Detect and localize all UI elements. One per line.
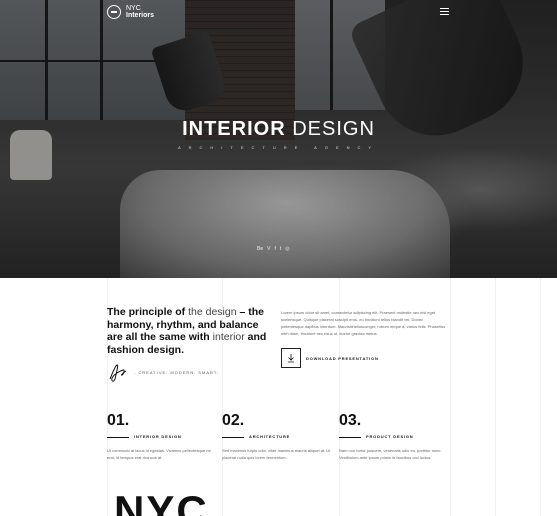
- feature-number: 01.: [107, 412, 130, 429]
- hamburger-menu-icon[interactable]: [440, 8, 449, 15]
- behance-icon[interactable]: Be: [257, 246, 263, 252]
- heading-light: the design: [185, 306, 237, 318]
- vimeo-icon[interactable]: V: [267, 246, 270, 252]
- feature-card: 02. ARCHITECTURE Sed maximus turpis odio…: [222, 412, 334, 461]
- social-links: Be V f t ◎: [257, 246, 290, 252]
- grid-line: [450, 278, 451, 516]
- twitter-icon[interactable]: t: [280, 246, 281, 252]
- feature-label: INTERIOR DESIGN: [134, 434, 182, 439]
- hero-title-bold: INTERIOR: [182, 118, 286, 140]
- logo-line2: Interiors: [126, 12, 155, 19]
- grid-line: [495, 278, 496, 516]
- site-logo[interactable]: NYC Interiors: [107, 5, 154, 19]
- grid-line: [540, 278, 541, 516]
- feature-rule: [107, 437, 129, 438]
- hero-section: NYC Interiors INTERIOR DESIGN ARCHITECTU…: [0, 0, 557, 278]
- hero-title: INTERIOR DESIGN: [0, 118, 557, 141]
- feature-rule: [222, 437, 244, 438]
- instagram-icon[interactable]: ◎: [285, 246, 289, 252]
- signature-icon: [109, 364, 127, 382]
- hero-title-light: DESIGN: [292, 118, 375, 140]
- principle-heading: The principle of the design – the harmon…: [107, 306, 277, 356]
- feature-rule: [339, 437, 361, 438]
- feature-description: Sed maximus turpis odio, vitae maximus m…: [222, 448, 331, 460]
- hero-subtitle: ARCHITECTURE AGENCY: [177, 145, 380, 150]
- logo-line1: NYC: [126, 5, 141, 12]
- download-presentation-link[interactable]: DOWNLOAD PRESENTATION: [306, 356, 379, 361]
- logo-icon: [107, 5, 121, 19]
- logo-text: NYC Interiors: [126, 5, 154, 19]
- feature-card: 01. INTERIOR DESIGN Ut commodo at lacus …: [107, 412, 219, 461]
- heading-part: The principle of: [107, 306, 186, 318]
- feature-description: Nam non tortor posuere, venenatis odio e…: [339, 448, 442, 460]
- feature-label: ARCHITECTURE: [249, 434, 291, 439]
- feature-description: Ut commodo at lacus id egestas. Vivamus …: [107, 448, 211, 460]
- feature-card: 03. PRODUCT DESIGN Nam non tortor posuer…: [339, 412, 451, 461]
- feature-number: 02.: [222, 412, 245, 429]
- feature-label: PRODUCT DESIGN: [366, 434, 414, 439]
- big-nyc-heading: NYC: [114, 487, 209, 516]
- download-button[interactable]: [281, 348, 301, 368]
- intro-paragraph: Lorem ipsum dolor sit amet, consectetur …: [281, 310, 446, 336]
- download-icon: [288, 354, 294, 363]
- facebook-icon[interactable]: f: [274, 246, 275, 252]
- signature-tagline: - CREATIVE. MODERN. SMART.: [134, 370, 219, 375]
- heading-light: interior: [212, 331, 245, 343]
- feature-number: 03.: [339, 412, 362, 429]
